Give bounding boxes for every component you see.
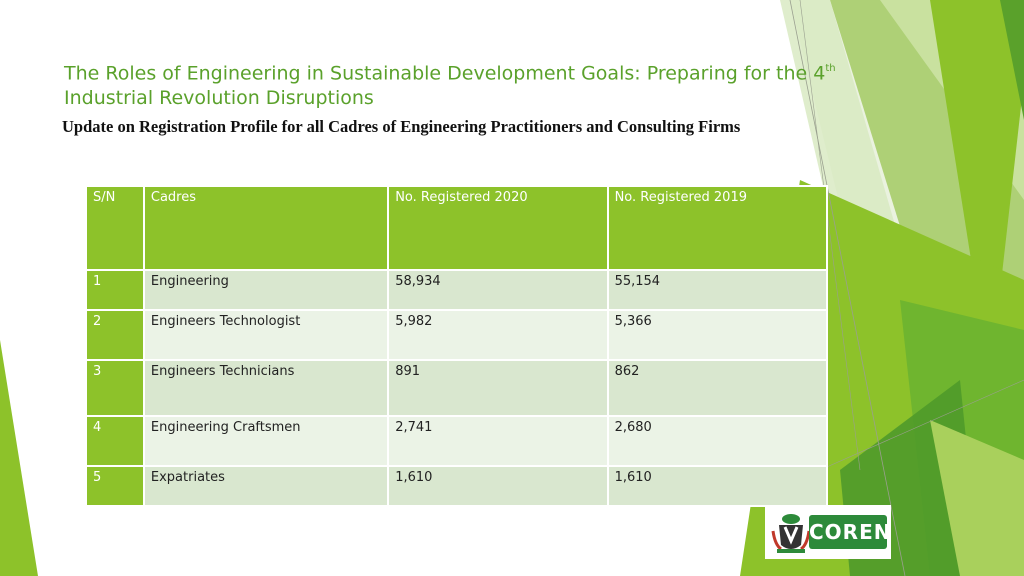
coat-of-arms-icon: [771, 514, 811, 553]
header-registered-2020: No. Registered 2020: [387, 185, 609, 271]
cell-sn: 1: [85, 269, 145, 311]
cell-cadre: Engineers Technicians: [142, 359, 390, 417]
table-row: 1 Engineering 58,934 55,154: [85, 269, 829, 311]
cell-cadre: Engineers Technologist: [142, 309, 390, 361]
coren-logo: COREN: [765, 505, 891, 559]
cell-reg-2020: 58,934: [387, 269, 609, 311]
cell-reg-2019: 55,154: [606, 269, 829, 311]
cell-sn: 5: [85, 465, 145, 507]
table-row: 5 Expatriates 1,610 1,610: [85, 465, 829, 507]
table-header-row: S/N Cadres No. Registered 2020 No. Regis…: [85, 185, 829, 271]
table-row: 4 Engineering Craftsmen 2,741 2,680: [85, 415, 829, 467]
title-main: The Roles of Engineering in Sustainable …: [64, 62, 826, 85]
registration-table: S/N Cadres No. Registered 2020 No. Regis…: [85, 185, 829, 507]
cell-cadre: Engineering: [142, 269, 390, 311]
cell-reg-2020: 2,741: [387, 415, 609, 467]
cell-reg-2019: 2,680: [606, 415, 829, 467]
header-sn: S/N: [85, 185, 145, 271]
table-row: 2 Engineers Technologist 5,982 5,366: [85, 309, 829, 361]
cell-sn: 3: [85, 359, 145, 417]
table-row: 3 Engineers Technicians 891 862: [85, 359, 829, 417]
cell-cadre: Engineering Craftsmen: [142, 415, 390, 467]
cell-reg-2019: 862: [606, 359, 829, 417]
title-line-2: Industrial Revolution Disruptions: [64, 87, 374, 110]
cell-reg-2020: 5,982: [387, 309, 609, 361]
cell-reg-2019: 5,366: [606, 309, 829, 361]
title-superscript: th: [825, 63, 836, 74]
header-registered-2019: No. Registered 2019: [606, 185, 829, 271]
logo-wordmark: COREN: [809, 515, 890, 549]
slide-subtitle: Update on Registration Profile for all C…: [62, 117, 741, 136]
cell-sn: 2: [85, 309, 145, 361]
slide-title: The Roles of Engineering in Sustainable …: [64, 57, 864, 111]
header-cadres: Cadres: [142, 185, 390, 271]
cell-sn: 4: [85, 415, 145, 467]
cell-reg-2019: 1,610: [606, 465, 829, 507]
cell-cadre: Expatriates: [142, 465, 390, 507]
cell-reg-2020: 891: [387, 359, 609, 417]
cell-reg-2020: 1,610: [387, 465, 609, 507]
